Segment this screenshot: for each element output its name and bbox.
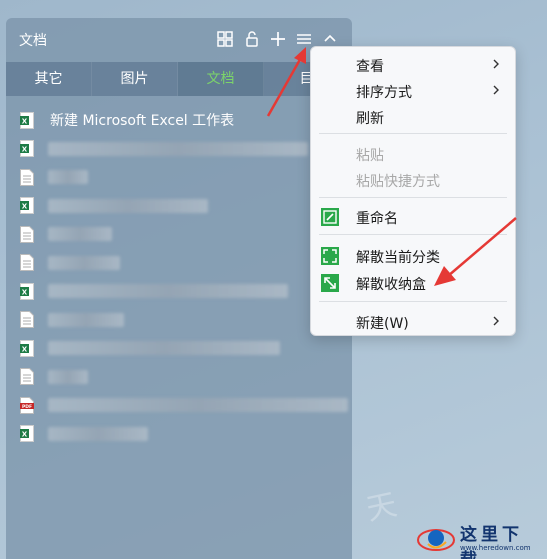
chevron-right-icon <box>493 316 499 326</box>
svg-text:X: X <box>22 117 28 125</box>
blurred-file-name <box>48 141 308 156</box>
list-item[interactable]: X <box>6 420 352 449</box>
svg-text:PDF: PDF <box>22 404 32 410</box>
rename-icon <box>321 208 339 226</box>
list-item[interactable] <box>6 220 352 249</box>
menu-separator <box>319 197 507 198</box>
tab-other[interactable]: 其它 <box>6 62 92 96</box>
blurred-file-name <box>48 312 124 327</box>
blurred-file-name <box>48 341 280 356</box>
text-file-icon <box>20 225 34 243</box>
grid-view-icon[interactable] <box>216 30 234 48</box>
file-name: 新建 Microsoft Excel 工作表 <box>50 113 235 130</box>
chevron-right-icon <box>493 59 499 69</box>
svg-text:X: X <box>22 146 28 154</box>
logo-title: 这里下载 <box>460 525 523 559</box>
list-item[interactable]: PDF <box>6 391 352 420</box>
site-logo: 这里下载 www.heredown.com <box>416 520 542 559</box>
blurred-file-name <box>48 227 112 242</box>
excel-file-icon: X <box>20 425 34 443</box>
excel-file-icon: X <box>20 282 34 300</box>
box-title: 文档 <box>19 33 47 49</box>
annotation-arrow-icon <box>266 47 306 117</box>
watermark-text: 天 <box>363 486 403 528</box>
list-item[interactable] <box>6 363 352 392</box>
list-item[interactable]: X <box>6 277 352 306</box>
blurred-file-name <box>48 170 88 185</box>
blurred-file-name <box>48 198 208 213</box>
blurred-file-name <box>48 284 288 299</box>
list-item[interactable] <box>6 163 352 192</box>
blurred-file-name <box>48 398 348 413</box>
menu-separator <box>319 133 507 134</box>
annotation-arrow-icon <box>434 217 517 286</box>
file-list: X 新建 Microsoft Excel 工作表 X X X X PDF X <box>6 106 352 448</box>
menu-item-new[interactable]: 新建(W) <box>311 309 515 335</box>
menu-item-refresh[interactable]: 刷新 <box>311 104 515 130</box>
blurred-file-name <box>48 426 148 441</box>
context-menu: 查看 排序方式 刷新 粘贴 粘贴快捷方式 重命名 解散当前分类 解散收纳盒 新建… <box>310 46 516 336</box>
menu-item-view[interactable]: 查看 <box>311 52 515 78</box>
dissolve-box-icon <box>321 274 339 292</box>
chevron-right-icon <box>493 85 499 95</box>
svg-text:X: X <box>22 288 28 296</box>
text-file-icon <box>20 254 34 272</box>
menu-separator <box>319 301 507 302</box>
svg-text:X: X <box>22 345 28 353</box>
excel-file-icon: X <box>20 140 34 158</box>
text-file-icon <box>20 311 34 329</box>
list-item[interactable] <box>6 306 352 335</box>
logo-url: www.heredown.com <box>460 544 531 552</box>
text-file-icon <box>20 368 34 386</box>
excel-file-icon: X <box>20 197 34 215</box>
menu-item-paste: 粘贴 <box>356 148 384 164</box>
blurred-file-name <box>48 255 120 270</box>
list-item[interactable]: X <box>6 192 352 221</box>
logo-icon <box>417 529 455 551</box>
tab-images[interactable]: 图片 <box>92 62 178 96</box>
excel-file-icon: X <box>20 339 34 357</box>
list-item[interactable] <box>6 249 352 278</box>
menu-item-paste-shortcut: 粘贴快捷方式 <box>356 174 440 190</box>
svg-text:X: X <box>22 203 28 211</box>
svg-text:X: X <box>22 431 28 439</box>
excel-file-icon: X <box>20 111 34 129</box>
list-item[interactable]: X <box>6 135 352 164</box>
blurred-file-name <box>48 369 88 384</box>
text-file-icon <box>20 168 34 186</box>
tab-documents[interactable]: 文档 <box>178 62 264 96</box>
list-item[interactable]: X <box>6 334 352 363</box>
pdf-file-icon: PDF <box>20 396 34 414</box>
dissolve-category-icon <box>321 247 339 265</box>
menu-item-sort[interactable]: 排序方式 <box>311 78 515 104</box>
lock-icon[interactable] <box>243 30 261 48</box>
